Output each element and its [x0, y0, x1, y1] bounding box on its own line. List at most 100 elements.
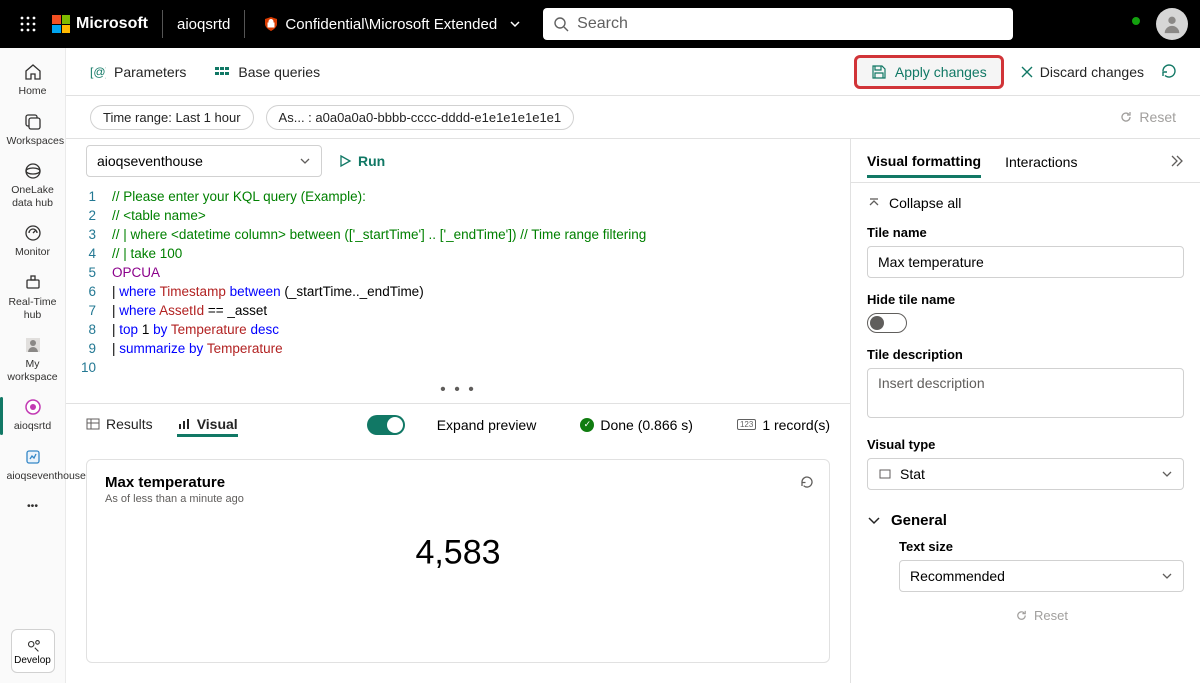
app-header: Microsoft aioqsrtd Confidential\Microsof… — [0, 0, 1200, 48]
tile-name-label: Tile name — [867, 225, 1184, 240]
microsoft-icon — [52, 15, 70, 33]
develop-button[interactable]: Develop — [11, 629, 55, 673]
reset-icon — [1015, 609, 1028, 622]
rail-realtime[interactable]: Real-Time hub — [5, 267, 61, 329]
formatting-panel: Visual formatting Interactions Collapse … — [850, 139, 1200, 683]
home-icon — [23, 62, 43, 82]
rail-workspaces[interactable]: Workspaces — [5, 106, 61, 156]
rail-eventhouse[interactable]: aioqseventhouse — [5, 441, 61, 491]
workspaces-icon — [23, 112, 43, 132]
tile-subtitle: As of less than a minute ago — [105, 493, 811, 505]
tab-interactions[interactable]: Interactions — [1005, 145, 1077, 176]
search-placeholder: Search — [577, 15, 628, 33]
more-icon: ••• — [7, 497, 59, 517]
microsoft-logo: Microsoft — [52, 15, 148, 33]
tile-desc-label: Tile description — [867, 347, 1184, 362]
reset-filters-button: Reset — [1119, 109, 1176, 125]
tile-refresh-button[interactable] — [799, 474, 815, 490]
chevron-down-icon — [1161, 468, 1173, 480]
chart-icon — [177, 417, 191, 431]
panel-expand-icon[interactable] — [1168, 153, 1184, 169]
base-queries-button[interactable]: Base queries — [214, 64, 320, 80]
query-bar: aioqseventhouse Run — [66, 139, 850, 183]
monitor-icon — [23, 223, 43, 243]
divider — [162, 10, 163, 38]
time-range-pill[interactable]: Time range: Last 1 hour — [90, 105, 254, 130]
svg-text:[@]: [@] — [90, 65, 106, 79]
app-launcher-icon[interactable] — [12, 8, 44, 40]
onelake-icon — [23, 161, 43, 181]
visual-type-select[interactable]: Stat — [867, 458, 1184, 490]
rail-aioqsrtd[interactable]: aioqsrtd — [5, 391, 61, 441]
discard-changes-button[interactable]: Discard changes — [1020, 64, 1144, 80]
close-icon — [1020, 65, 1034, 79]
parameters-button[interactable]: [@]Parameters — [90, 64, 186, 80]
realtime-icon — [23, 273, 43, 293]
kql-editor[interactable]: 1// Please enter your KQL query (Example… — [66, 183, 850, 385]
person-icon — [1161, 13, 1183, 35]
tab-results[interactable]: Results — [86, 416, 153, 434]
rail-more[interactable]: ••• — [5, 491, 61, 528]
section-reset-button: Reset — [899, 608, 1184, 623]
sensitivity-selector[interactable]: Confidential\Microsoft Extended — [263, 16, 521, 33]
tile-name-input[interactable] — [867, 246, 1184, 278]
chevron-down-icon — [299, 155, 311, 167]
brand-label: Microsoft — [76, 15, 148, 33]
chevron-double-icon — [1168, 153, 1184, 169]
general-section[interactable]: General — [867, 512, 1184, 529]
run-button[interactable]: Run — [338, 153, 385, 169]
rail-my-workspace[interactable]: My workspace — [5, 329, 61, 391]
rail-monitor[interactable]: Monitor — [5, 217, 61, 267]
search-input[interactable]: Search — [543, 8, 1013, 40]
toolbar-primary: [@]Parameters Base queries Apply changes… — [66, 48, 1200, 96]
develop-icon — [24, 637, 42, 655]
hide-tile-toggle[interactable] — [867, 313, 907, 333]
tile-desc-input[interactable] — [867, 368, 1184, 418]
visual-type-label: Visual type — [867, 437, 1184, 452]
hide-tile-label: Hide tile name — [867, 292, 1184, 307]
toolbar-filters: Time range: Last 1 hour As... : a0a0a0a0… — [66, 96, 1200, 138]
tile-area: Max temperature As of less than a minute… — [66, 445, 850, 683]
expand-toggle[interactable] — [367, 415, 405, 435]
person-icon — [23, 335, 43, 355]
refresh-icon — [1160, 62, 1178, 80]
check-icon: ✓ — [580, 418, 594, 432]
chevron-down-icon — [867, 514, 881, 528]
tab-visual[interactable]: Visual — [177, 413, 238, 437]
presence-dot — [1130, 15, 1142, 27]
tile-title: Max temperature — [105, 474, 811, 491]
collapse-all-button[interactable]: Collapse all — [867, 195, 1184, 211]
chevron-down-icon — [1161, 570, 1173, 582]
presence-indicator — [1130, 15, 1148, 33]
fabric-item-icon — [23, 397, 43, 417]
text-size-label: Text size — [899, 539, 1184, 554]
asset-pill[interactable]: As... : a0a0a0a0-bbbb-cccc-dddd-e1e1e1e1… — [266, 105, 575, 130]
status: ✓Done (0.866 s) — [580, 417, 693, 433]
database-selector[interactable]: aioqseventhouse — [86, 145, 322, 177]
results-bar: Results Visual Expand preview ✓Done (0.8… — [66, 403, 850, 445]
refresh-button[interactable] — [1160, 62, 1180, 82]
panel-tabs: Visual formatting Interactions — [851, 139, 1200, 183]
queries-icon — [214, 64, 230, 80]
refresh-icon — [799, 474, 815, 490]
search-icon — [553, 16, 569, 32]
editor-panel: aioqseventhouse Run 1// Please enter you… — [66, 139, 850, 683]
record-count: 1231 record(s) — [737, 417, 830, 433]
stat-tile: Max temperature As of less than a minute… — [86, 459, 830, 663]
apply-changes-button[interactable]: Apply changes — [854, 55, 1004, 89]
tab-visual-formatting[interactable]: Visual formatting — [867, 144, 981, 178]
collapse-icon — [867, 196, 881, 210]
parameters-icon: [@] — [90, 64, 106, 80]
rail-onelake[interactable]: OneLake data hub — [5, 155, 61, 217]
resize-grip[interactable]: • • • — [66, 385, 850, 403]
rail-home[interactable]: Home — [5, 56, 61, 106]
table-icon — [86, 417, 100, 431]
eventhouse-icon — [23, 447, 43, 467]
text-size-select[interactable]: Recommended — [899, 560, 1184, 592]
tile-value: 4,583 — [415, 533, 500, 572]
chevron-down-icon — [509, 18, 521, 30]
record-icon: 123 — [737, 419, 756, 430]
workspace-name[interactable]: aioqsrtd — [177, 16, 230, 33]
play-icon — [338, 154, 352, 168]
avatar[interactable] — [1156, 8, 1188, 40]
